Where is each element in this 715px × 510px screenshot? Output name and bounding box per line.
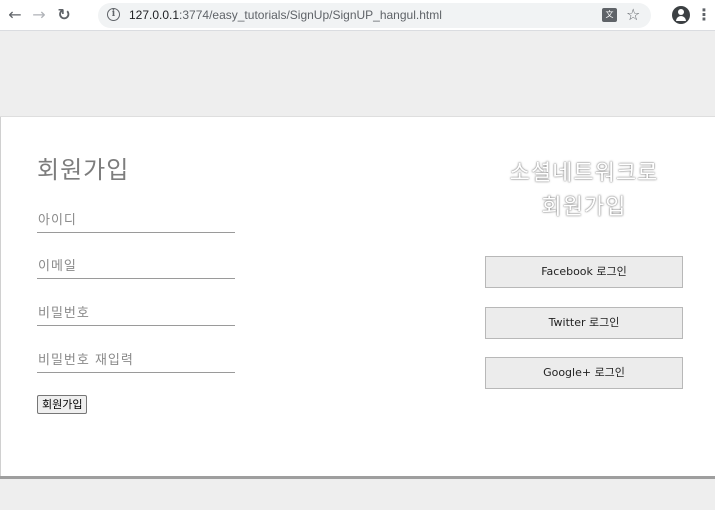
translate-icon[interactable]: 文: [602, 8, 617, 22]
email-field[interactable]: [37, 255, 235, 279]
url-path: :3774/easy_tutorials/SignUp/SignUP_hangu…: [179, 8, 442, 22]
page-header-band: [0, 31, 715, 117]
signup-submit-button[interactable]: 회원가입: [37, 395, 88, 414]
url-text[interactable]: 127.0.0.1:3774/easy_tutorials/SignUp/Sig…: [129, 8, 442, 23]
signup-title: 회원가입: [37, 156, 130, 184]
back-arrow-icon[interactable]: ←: [4, 4, 26, 26]
info-icon[interactable]: i: [107, 8, 120, 21]
social-signup-title: 소셜네트워크로 회원가입: [485, 157, 683, 225]
star-icon[interactable]: ☆: [626, 6, 640, 24]
password-confirm-field[interactable]: [37, 349, 235, 373]
forward-arrow-icon[interactable]: →: [28, 4, 50, 26]
menu-dots-icon[interactable]: ⋮: [696, 6, 712, 24]
address-bar[interactable]: i 127.0.0.1:3774/easy_tutorials/SignUp/S…: [98, 3, 651, 28]
facebook-login-button[interactable]: Facebook 로그인: [485, 256, 683, 288]
google-login-button[interactable]: Google+ 로그인: [485, 357, 683, 389]
page-footer-band: [0, 479, 715, 510]
social-title-line1: 소셜네트워크로: [509, 161, 659, 186]
twitter-login-button[interactable]: Twitter 로그인: [485, 307, 683, 339]
reload-icon[interactable]: ↻: [53, 4, 75, 26]
url-host: 127.0.0.1: [129, 8, 180, 22]
panel-left-border: [0, 117, 1, 478]
social-title-line2: 회원가입: [541, 195, 627, 220]
id-field[interactable]: [37, 209, 235, 233]
profile-icon[interactable]: [672, 6, 690, 24]
browser-toolbar: ← → ↻ i 127.0.0.1:3774/easy_tutorials/Si…: [0, 0, 715, 31]
password-field[interactable]: [37, 302, 235, 326]
